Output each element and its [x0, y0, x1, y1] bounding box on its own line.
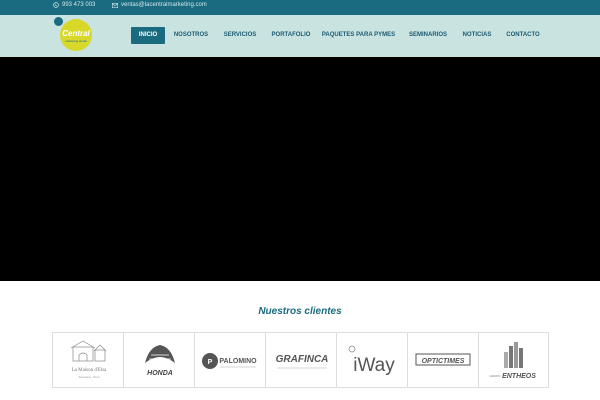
- entheos-wordmark: ENTHEOS: [502, 373, 536, 380]
- maison-elsa-name: La Maison d'Elsa: [71, 368, 107, 373]
- nav-inicio[interactable]: INICIO: [131, 27, 165, 44]
- top-info-bar: 993 473 003 ventas@lacentralmarketing.co…: [0, 0, 600, 15]
- maison-elsa-logo: La Maison d'Elsa Arequipa - Perú: [70, 340, 107, 379]
- honda-wordmark: HONDA: [147, 370, 173, 377]
- logo-dot: [54, 17, 63, 26]
- client-logo-maison-elsa[interactable]: La Maison d'Elsa Arequipa - Perú: [52, 333, 124, 388]
- nav-paquetes-pymes[interactable]: PAQUETES PARA PYMES: [321, 27, 396, 44]
- nav-portafolio[interactable]: PORTAFOLIO: [268, 27, 314, 44]
- palomino-logo: P PALOMINO: [201, 352, 257, 369]
- client-logo-palomino[interactable]: P PALOMINO: [194, 333, 266, 388]
- logo-tagline: marketing studio: [64, 39, 87, 43]
- email-address: ventas@lacentralmarketing.com: [121, 2, 207, 8]
- clients-logo-strip: La Maison d'Elsa Arequipa - Perú HONDA P…: [52, 332, 549, 388]
- maison-elsa-location: Arequipa - Perú: [78, 375, 99, 379]
- grafinca-wordmark: GRAFINCA: [275, 354, 328, 365]
- client-logo-honda[interactable]: HONDA: [123, 333, 195, 388]
- envelope-icon: [112, 2, 118, 8]
- whatsapp-icon: [53, 2, 59, 8]
- svg-text:P: P: [207, 359, 212, 366]
- nav-nosotros[interactable]: NOSOTROS: [170, 27, 212, 44]
- client-logo-entheos[interactable]: GRUPO ENTHEOS: [478, 333, 549, 388]
- logo-text: Central: [62, 29, 90, 38]
- iway-logo: iWay: [348, 345, 395, 376]
- optictimes-logo: OPTICTIMES: [415, 353, 470, 365]
- honda-logo: HONDA: [144, 344, 175, 377]
- phone-contact[interactable]: 993 473 003: [53, 2, 95, 8]
- hero-video-area[interactable]: [0, 57, 600, 281]
- phone-number: 993 473 003: [62, 2, 96, 8]
- nav-contacto[interactable]: CONTACTO: [503, 27, 543, 44]
- nav-seminarios[interactable]: SEMINARIOS: [406, 27, 450, 44]
- optictimes-wordmark: OPTICTIMES: [421, 358, 464, 365]
- site-header: Central marketing studio INICIO NOSOTROS…: [0, 15, 600, 57]
- nav-servicios[interactable]: SERVICIOS: [219, 27, 261, 44]
- email-contact[interactable]: ventas@lacentralmarketing.com: [112, 2, 207, 8]
- clients-heading: Nuestros clientes: [258, 306, 342, 317]
- client-logo-iway[interactable]: iWay: [336, 333, 408, 388]
- nav-noticias[interactable]: NOTICIAS: [460, 27, 494, 44]
- client-logo-optictimes[interactable]: OPTICTIMES: [407, 333, 479, 388]
- entheos-group-label: GRUPO: [489, 374, 501, 378]
- grafinca-logo: GRAFINCA: [275, 354, 328, 368]
- iway-wordmark: iWay: [353, 355, 395, 376]
- entheos-logo: GRUPO ENTHEOS: [489, 341, 536, 380]
- site-logo[interactable]: Central marketing studio: [52, 16, 94, 56]
- palomino-wordmark: PALOMINO: [219, 358, 257, 365]
- client-logo-grafinca[interactable]: GRAFINCA: [265, 333, 337, 388]
